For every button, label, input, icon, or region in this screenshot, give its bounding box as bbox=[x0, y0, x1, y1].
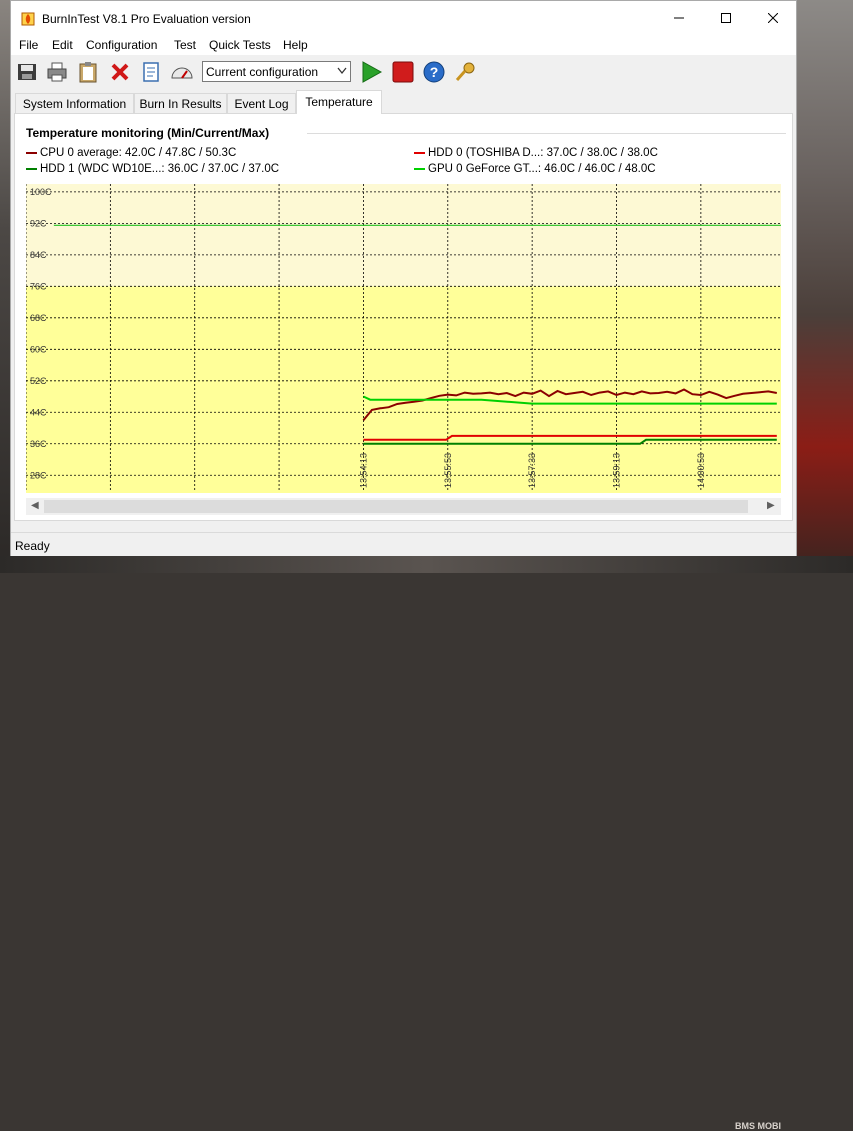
temperature-panel: Temperature monitoring (Min/Current/Max)… bbox=[14, 113, 793, 521]
desktop-background-right bbox=[797, 0, 853, 573]
save-button[interactable] bbox=[14, 59, 40, 85]
desktop-background-bottom: BMS MOBI bbox=[0, 556, 853, 1131]
key-icon bbox=[455, 62, 475, 81]
scrollbar-thumb[interactable] bbox=[44, 500, 748, 513]
toolbar: Current configuration ? bbox=[11, 55, 796, 90]
desktop-corner-text: BMS MOBI bbox=[735, 1121, 781, 1131]
y-tick-label: 84C bbox=[30, 250, 47, 260]
status-bar: Ready bbox=[11, 532, 796, 556]
temperature-group-title: Temperature monitoring (Min/Current/Max) bbox=[26, 126, 270, 140]
y-tick-label: 28C bbox=[30, 470, 47, 480]
chart-upper-band bbox=[26, 184, 781, 287]
delete-button[interactable] bbox=[107, 59, 133, 85]
minimize-button[interactable] bbox=[656, 1, 702, 34]
report-icon bbox=[143, 62, 159, 82]
legend-label: CPU 0 average: 42.0C / 47.8C / 50.3C bbox=[40, 147, 237, 159]
menu-configuration[interactable]: Configuration bbox=[86, 38, 157, 52]
legend-hdd-0: HDD 0 (TOSHIBA D...: 37.0C / 38.0C / 38.… bbox=[414, 147, 658, 159]
y-tick-label: 60C bbox=[30, 344, 47, 354]
legend-hdd-1: HDD 1 (WDC WD10E...: 36.0C / 37.0C / 37.… bbox=[26, 163, 279, 175]
menu-edit[interactable]: Edit bbox=[52, 38, 73, 52]
printer-icon bbox=[47, 62, 67, 82]
temperature-chart: 100C 92C 84C 76C 68C 60C 52C 44C 36C 28C 13:54:13 1… bbox=[26, 184, 781, 493]
tab-burn-in-results[interactable]: Burn In Results bbox=[134, 93, 227, 113]
y-tick-label: 92C bbox=[30, 218, 47, 228]
x-tick-label: 13:54:13 bbox=[358, 453, 368, 488]
copy-button[interactable] bbox=[75, 59, 101, 85]
help-button[interactable]: ? bbox=[421, 59, 447, 85]
window-title: BurnInTest V8.1 Pro Evaluation version bbox=[42, 12, 251, 26]
speedometer-icon bbox=[171, 67, 193, 79]
menu-quick-tests[interactable]: Quick Tests bbox=[209, 38, 271, 52]
y-tick-label: 52C bbox=[30, 376, 47, 386]
app-window: BurnInTest V8.1 Pro Evaluation version F… bbox=[10, 0, 797, 556]
clipboard-icon bbox=[79, 62, 97, 83]
y-tick-label: 100C bbox=[30, 187, 52, 197]
legend-label: HDD 1 (WDC WD10E...: 36.0C / 37.0C / 37.… bbox=[40, 163, 280, 175]
maximize-icon bbox=[721, 12, 731, 23]
legend-gpu-0: GPU 0 GeForce GT...: 46.0C / 46.0C / 48.… bbox=[414, 163, 656, 175]
scroll-left-icon[interactable]: ◀ bbox=[31, 500, 39, 511]
stop-test-button[interactable] bbox=[390, 59, 416, 85]
svg-text:?: ? bbox=[430, 64, 439, 80]
title-bar[interactable]: BurnInTest V8.1 Pro Evaluation version bbox=[11, 1, 796, 34]
save-icon bbox=[18, 64, 36, 80]
menu-test[interactable]: Test bbox=[174, 38, 196, 52]
help-icon: ? bbox=[423, 61, 445, 83]
y-tick-label: 44C bbox=[30, 407, 47, 417]
legend-swatch bbox=[414, 152, 425, 154]
legend-label: HDD 0 (TOSHIBA D...: 37.0C / 38.0C / 38.… bbox=[428, 147, 658, 159]
stop-icon bbox=[392, 61, 414, 83]
tab-temperature[interactable]: Temperature bbox=[296, 90, 382, 114]
configuration-select-value: Current configuration bbox=[206, 65, 319, 79]
close-button[interactable] bbox=[750, 1, 796, 34]
desktop-background-left bbox=[0, 0, 10, 573]
start-test-button[interactable] bbox=[358, 59, 384, 85]
tab-event-log[interactable]: Event Log bbox=[227, 93, 296, 113]
maximize-button[interactable] bbox=[703, 1, 749, 34]
y-tick-label: 68C bbox=[30, 313, 47, 323]
chevron-down-icon bbox=[337, 67, 347, 75]
menu-bar: File Edit Configuration Test Quick Tests… bbox=[11, 34, 796, 55]
group-divider bbox=[307, 133, 786, 134]
x-tick-label: 14:02:33 bbox=[780, 453, 781, 488]
tab-strip: System Information Burn In Results Event… bbox=[11, 90, 796, 114]
delete-icon bbox=[111, 63, 129, 81]
chart-lower-band bbox=[26, 286, 781, 493]
menu-file[interactable]: File bbox=[19, 38, 38, 52]
scroll-right-icon[interactable]: ▶ bbox=[767, 500, 775, 511]
play-icon bbox=[362, 61, 382, 83]
tab-system-information[interactable]: System Information bbox=[15, 93, 134, 113]
legend-swatch bbox=[26, 152, 37, 154]
x-tick-label: 13:57:33 bbox=[527, 453, 537, 488]
report-button[interactable] bbox=[138, 59, 164, 85]
legend-cpu-0: CPU 0 average: 42.0C / 47.8C / 50.3C bbox=[26, 147, 236, 159]
speed-test-button[interactable] bbox=[169, 59, 195, 85]
x-tick-label: 14:00:53 bbox=[696, 453, 706, 488]
legend-swatch bbox=[414, 168, 425, 170]
burnintest-flame-icon bbox=[21, 12, 35, 26]
x-tick-label: 13:55:53 bbox=[443, 453, 453, 488]
x-tick-label: 13:59:13 bbox=[612, 453, 622, 488]
chart-horizontal-scrollbar[interactable]: ◀ ▶ bbox=[26, 498, 781, 515]
minimize-icon bbox=[674, 17, 684, 18]
status-text: Ready bbox=[15, 539, 50, 553]
print-button[interactable] bbox=[44, 59, 70, 85]
y-tick-label: 36C bbox=[30, 439, 47, 449]
menu-help[interactable]: Help bbox=[283, 38, 308, 52]
legend-label: GPU 0 GeForce GT...: 46.0C / 46.0C / 48.… bbox=[428, 163, 656, 175]
y-tick-label: 76C bbox=[30, 281, 47, 291]
configuration-select[interactable]: Current configuration bbox=[202, 61, 351, 82]
legend-swatch bbox=[26, 168, 37, 170]
license-key-button[interactable] bbox=[452, 59, 478, 85]
close-icon bbox=[768, 12, 778, 23]
